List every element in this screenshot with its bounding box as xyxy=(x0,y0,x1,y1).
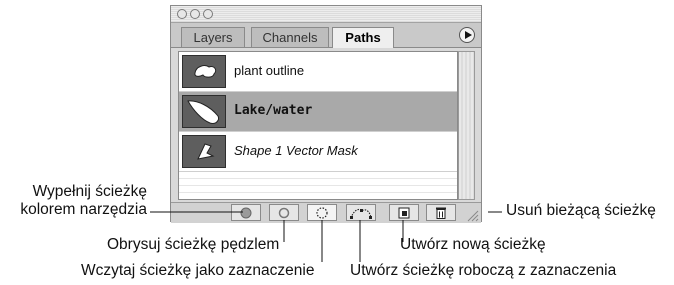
load-selection-callout: Wczytaj ścieżkę jako zaznaczenie xyxy=(81,262,315,279)
tab-paths[interactable]: Paths xyxy=(332,27,394,48)
work-path-callout: Utwórz ścieżkę roboczą z zaznaczenia xyxy=(350,262,617,279)
fill-path-callout-line1: Wypełnij ścieżkę xyxy=(32,183,147,200)
fill-path-callout: Wypełnij ścieżkę kolorem narzędzia xyxy=(5,183,147,219)
delete-path-callout: Usuń bieżącą ścieżkę xyxy=(506,202,656,219)
fill-path-callout-line2: kolorem narzędzia xyxy=(20,201,147,218)
stroke-path-callout: Obrysuj ścieżkę pędzlem xyxy=(107,236,280,253)
new-path-callout: Utwórz nową ścieżkę xyxy=(400,236,546,253)
